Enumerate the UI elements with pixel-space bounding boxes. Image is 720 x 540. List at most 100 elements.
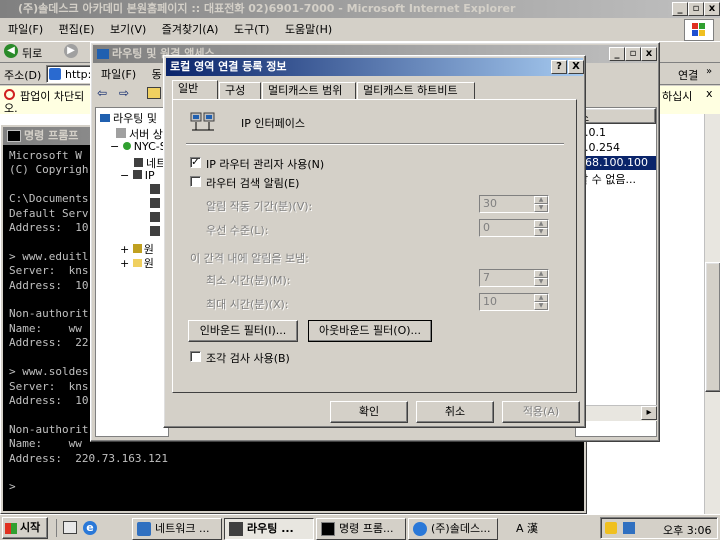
minimize-button[interactable]: _ xyxy=(672,2,688,16)
maximize-button[interactable]: ▫ xyxy=(688,2,704,16)
list-row[interactable]: 할 수 없음... xyxy=(578,171,636,187)
scroll-right-icon[interactable]: ▸ xyxy=(641,406,657,420)
router-discovery-checkbox[interactable] xyxy=(190,176,201,187)
tab-multicast-scope[interactable]: 멀티캐스트 범위 xyxy=(262,82,356,100)
ie-scrollbar[interactable] xyxy=(704,114,720,514)
cmd-line: Address: 220.73.163.121 xyxy=(9,451,168,465)
separator xyxy=(186,143,564,145)
max-time-label: 최대 시간(분)(X): xyxy=(206,298,289,311)
rras-list-pane: 소 0.0.1 0.0.254 168.100.100 할 수 없음... xyxy=(575,107,657,437)
cancel-button[interactable]: 취소 xyxy=(416,401,494,423)
tree-item-sub1[interactable] xyxy=(150,184,160,197)
network-icon xyxy=(134,158,143,167)
quick-launch: e xyxy=(56,519,127,537)
rras-menu-file[interactable]: 파일(F) xyxy=(101,68,136,81)
ip-icon xyxy=(132,170,142,179)
tree-item-sub4[interactable] xyxy=(150,226,160,239)
tray-network-icon[interactable] xyxy=(623,522,635,534)
spin-down-icon[interactable]: ▼ xyxy=(534,278,548,286)
menu-view[interactable]: 보기(V) xyxy=(110,23,146,36)
start-button[interactable]: 시작 xyxy=(2,517,48,539)
folder-icon xyxy=(132,259,142,267)
max-time-stepper[interactable]: 10 ▲ ▼ xyxy=(479,293,549,311)
router-discovery-label[interactable]: 라우터 검색 알림(E) xyxy=(206,175,299,191)
server-icon xyxy=(116,128,126,138)
router-manager-checkbox[interactable]: ✓ xyxy=(190,157,201,168)
spin-down-icon[interactable]: ▼ xyxy=(534,302,548,310)
address-input[interactable]: http: xyxy=(46,65,96,83)
spin-up-icon[interactable]: ▲ xyxy=(534,270,548,278)
preference-stepper[interactable]: 0 ▲ ▼ xyxy=(479,219,549,237)
fragment-check-checkbox[interactable] xyxy=(190,351,201,362)
taskbar-item-ie[interactable]: (주)솔데스... xyxy=(408,518,498,540)
menu-file[interactable]: 파일(F) xyxy=(8,23,43,36)
scrollbar-thumb[interactable] xyxy=(705,262,720,392)
min-time-stepper[interactable]: 7 ▲ ▼ xyxy=(479,269,549,287)
fragment-check-label[interactable]: 조각 검사 사용(B) xyxy=(206,350,290,366)
rras-minimize-button[interactable]: _ xyxy=(609,47,625,61)
menu-help[interactable]: 도움말(H) xyxy=(285,23,332,36)
tab-multicast-heartbeat[interactable]: 멀티캐스트 하트비트 xyxy=(357,82,475,100)
advert-lifetime-stepper[interactable]: 30 ▲ ▼ xyxy=(479,195,549,213)
dialog-close-button[interactable]: X xyxy=(568,60,584,74)
ie-icon xyxy=(413,522,427,536)
tree-item-ip[interactable]: − IP xyxy=(120,169,155,182)
popup-close-icon[interactable]: x xyxy=(706,87,713,100)
spin-down-icon[interactable]: ▼ xyxy=(534,204,548,212)
rras-window-controls: _ ▫ x xyxy=(609,47,657,61)
ime-indicator[interactable]: A 漢 xyxy=(516,520,538,536)
rras-back-icon[interactable]: ⇦ xyxy=(97,86,107,100)
rras-folder-icon[interactable] xyxy=(147,87,161,99)
taskbar-item-cmd[interactable]: 명령 프롬... xyxy=(316,518,406,540)
rras-icon xyxy=(97,49,109,59)
tab-config[interactable]: 구성 xyxy=(219,82,261,100)
outbound-filter-button[interactable]: 아웃바운드 필터(O)... xyxy=(308,320,432,342)
router-manager-label[interactable]: IP 라우터 관리자 사용(N) xyxy=(206,156,324,172)
spin-up-icon[interactable]: ▲ xyxy=(534,196,548,204)
tab-general[interactable]: 일반 xyxy=(172,80,218,100)
rras-menu-action[interactable]: 동 xyxy=(152,68,162,81)
tree-item-server[interactable]: − NYC-S xyxy=(110,140,167,153)
ok-button[interactable]: 확인 xyxy=(330,401,408,423)
tray-shield-icon[interactable] xyxy=(605,522,617,534)
menu-edit[interactable]: 편집(E) xyxy=(59,23,95,36)
tab-strip: 일반 구성 멀티캐스트 범위 멀티캐스트 하트비트 xyxy=(172,80,577,100)
links-chevron-icon[interactable]: » xyxy=(706,66,712,77)
rras-forward-icon[interactable]: ⇨ xyxy=(119,86,129,100)
back-icon[interactable]: ◀ xyxy=(4,44,18,58)
help-button[interactable]: ? xyxy=(551,60,567,74)
inbound-filter-button[interactable]: 인바운드 필터(I)... xyxy=(188,320,298,342)
spin-down-icon[interactable]: ▼ xyxy=(534,228,548,236)
forward-icon[interactable]: ▶ xyxy=(64,44,78,58)
rras-maximize-button[interactable]: ▫ xyxy=(625,47,641,61)
ie-title-bar: (주)솔데스크 아카데미 본원홈페이지 :: 대표전화 02)6901-7000… xyxy=(0,0,720,18)
menu-tools[interactable]: 도구(T) xyxy=(234,23,270,36)
dialog-title: 로컬 영역 연결 등록 정보 xyxy=(170,60,287,73)
tree-item-sub3[interactable] xyxy=(150,212,160,225)
tree-item-remote-log[interactable]: + 원 xyxy=(120,255,154,271)
rras-hscroll[interactable]: ▸ xyxy=(575,405,657,421)
ie-launch-icon[interactable]: e xyxy=(83,521,97,535)
system-tray: 오후 3:06 xyxy=(600,517,718,539)
back-button-label[interactable]: 뒤로 xyxy=(22,45,42,61)
close-button[interactable]: x xyxy=(704,2,720,16)
list-column-header[interactable]: 소 xyxy=(576,108,656,124)
show-desktop-icon[interactable] xyxy=(63,521,77,534)
min-time-label: 최소 시간(분)(M): xyxy=(206,274,291,287)
spin-up-icon[interactable]: ▲ xyxy=(534,294,548,302)
apply-button[interactable]: 적용(A) xyxy=(502,401,580,423)
spin-up-icon[interactable]: ▲ xyxy=(534,220,548,228)
popup-blocked-icon xyxy=(4,89,15,100)
routing-icon-1 xyxy=(150,184,160,194)
rras-close-button[interactable]: x xyxy=(641,47,657,61)
clock: 오후 3:06 xyxy=(663,524,712,537)
taskbar-item-routing[interactable]: 라우팅 ... xyxy=(224,518,314,540)
menu-favorites[interactable]: 즐겨찾기(A) xyxy=(162,23,219,36)
tree-item-root[interactable]: 라우팅 및 xyxy=(100,110,157,126)
dialog-title-bar: 로컬 영역 연결 등록 정보 xyxy=(166,58,583,76)
address-label: 주소(D) xyxy=(4,69,42,82)
links-label[interactable]: 연결 xyxy=(678,67,698,83)
list-row-selected[interactable]: 168.100.100 xyxy=(576,156,656,170)
taskbar-item-network[interactable]: 네트워크 ... xyxy=(132,518,222,540)
tree-item-sub2[interactable] xyxy=(150,198,160,211)
